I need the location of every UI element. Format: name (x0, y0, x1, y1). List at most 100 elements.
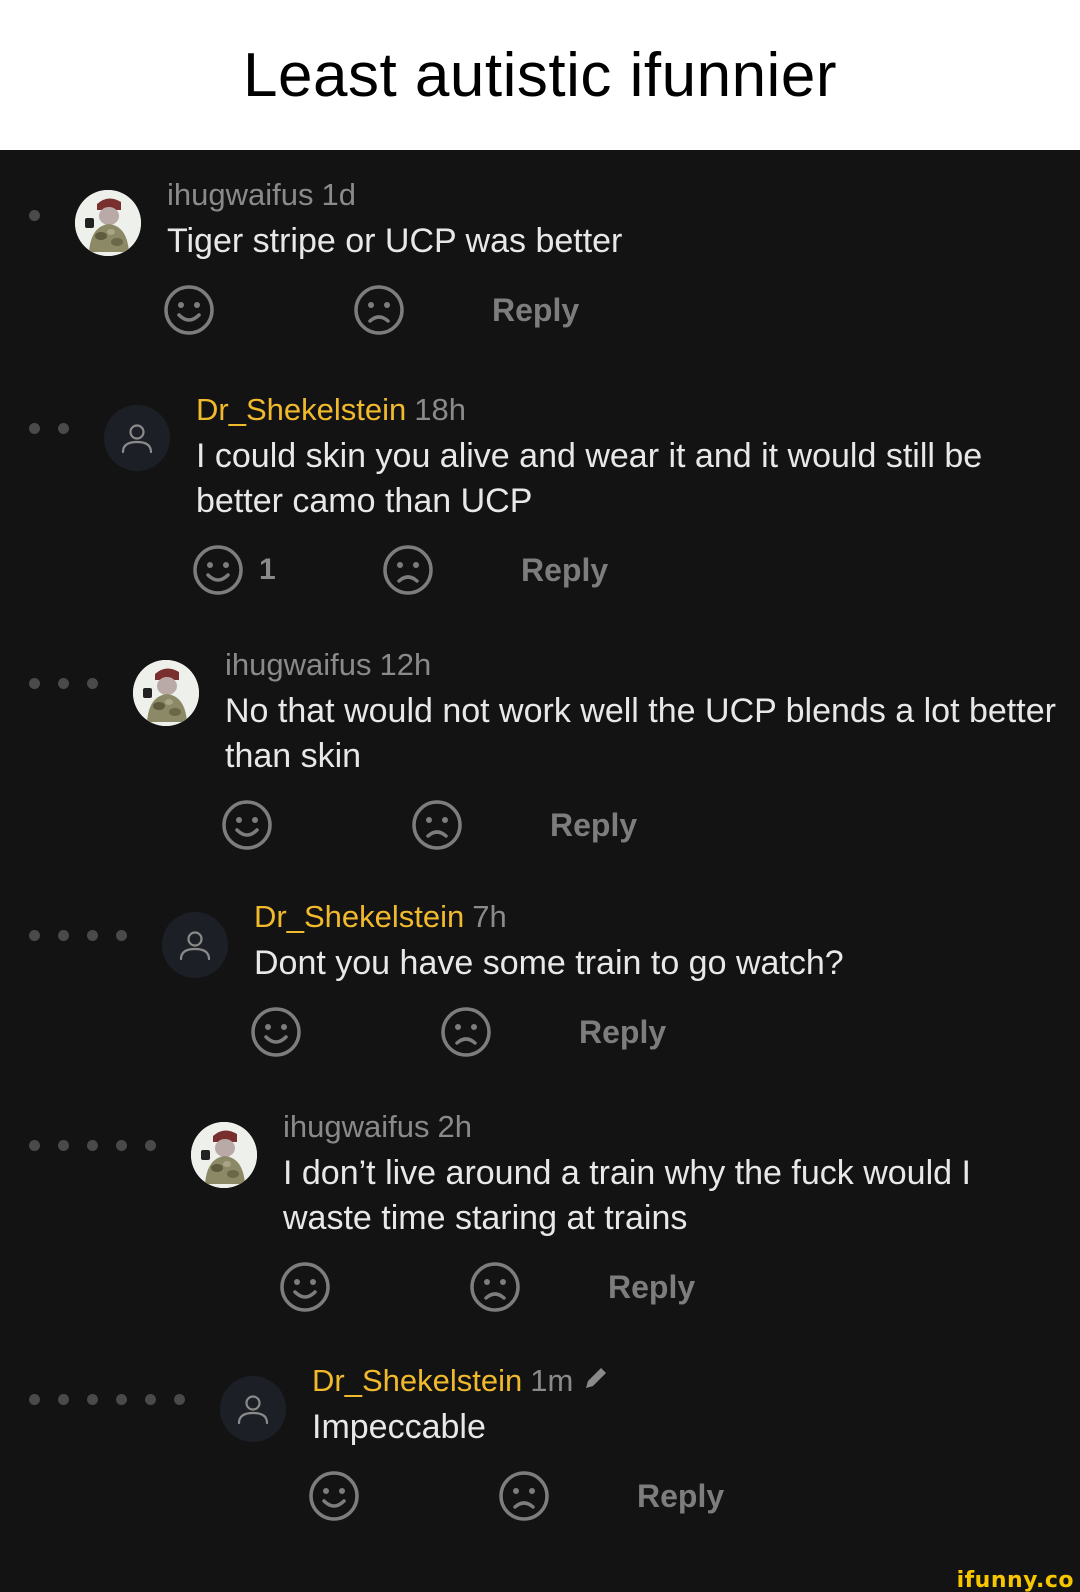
comment-text: Dont you have some train to go watch? (254, 944, 844, 982)
comment-username[interactable]: ihugwaifus (225, 647, 371, 682)
comment: Dr_Shekelstein 7h Dont you have some train… (0, 899, 1080, 1132)
comment-timestamp: 12h (379, 647, 432, 682)
thread-depth-indicator (29, 1394, 185, 1405)
comment-meta: ihugwaifus 1d (167, 175, 1060, 215)
unsmile-button[interactable] (497, 1468, 551, 1524)
user-avatar[interactable] (75, 190, 141, 256)
comment-actions: Reply (222, 797, 1060, 853)
depth-dot (87, 1394, 98, 1405)
depth-dot (58, 1394, 69, 1405)
caption-text: Least autistic ifunnier (243, 40, 837, 110)
frown-icon (410, 798, 464, 852)
frown-icon (439, 1005, 493, 1059)
comment-text: No that would not work well the UCP blen… (225, 692, 1056, 775)
comment-body: Dr_Shekelstein 18h I could skin you alive … (193, 390, 1060, 598)
default-avatar-icon[interactable] (220, 1376, 286, 1442)
comment-username[interactable]: ihugwaifus (167, 177, 313, 212)
smile-icon (307, 1469, 361, 1523)
reply-button[interactable]: Reply (608, 1259, 695, 1315)
reply-label: Reply (492, 291, 580, 328)
depth-dot (174, 1394, 185, 1405)
comment-body: ihugwaifus 2h I don’t live around a train … (280, 1107, 1060, 1315)
reply-button[interactable]: Reply (550, 797, 637, 853)
thread-depth-indicator (29, 210, 40, 221)
reply-label: Reply (608, 1268, 696, 1305)
reply-label: Reply (521, 551, 609, 588)
comment: Dr_Shekelstein 18h I could skin you alive … (0, 392, 1080, 625)
comment-username[interactable]: ihugwaifus (283, 1109, 429, 1144)
comment-text: Tiger stripe or UCP was better (167, 222, 623, 260)
comment: ihugwaifus 12h No that would not work well… (0, 647, 1080, 880)
depth-dot (29, 423, 40, 434)
smile-icon (162, 283, 216, 337)
comment: ihugwaifus 2h I don’t live around a train … (0, 1109, 1080, 1342)
depth-dot (116, 1394, 127, 1405)
depth-dot (87, 1140, 98, 1151)
depth-dot (29, 1140, 40, 1151)
comment-actions: 1 Reply (193, 542, 1060, 598)
comment-text: I don’t live around a train why the fuck… (283, 1154, 971, 1237)
smile-icon (220, 798, 274, 852)
meme-caption: Least autistic ifunnier (0, 0, 1080, 150)
ifunny-watermark: ifunny.co (956, 1568, 1074, 1592)
smile-button[interactable] (278, 1259, 332, 1315)
comment-timestamp: 7h (472, 899, 507, 934)
reply-button[interactable]: Reply (637, 1468, 724, 1524)
smile-button[interactable] (220, 797, 274, 853)
unsmile-button[interactable] (468, 1259, 522, 1315)
unsmile-button[interactable] (410, 797, 464, 853)
comment: ihugwaifus 1d Tiger stripe or UCP was bett… (0, 177, 1080, 410)
comment-username[interactable]: Dr_Shekelstein (254, 899, 464, 934)
reply-button[interactable]: Reply (579, 1004, 666, 1060)
comment-username[interactable]: Dr_Shekelstein (312, 1363, 522, 1398)
user-avatar[interactable] (133, 660, 199, 726)
comment-username[interactable]: Dr_Shekelstein (196, 392, 406, 427)
comment-meta: Dr_Shekelstein 18h (196, 390, 1060, 430)
comment-timestamp: 1d (321, 177, 356, 212)
depth-dot (29, 930, 40, 941)
smile-icon (191, 543, 245, 597)
thread-depth-indicator (29, 678, 98, 689)
comment-meta: Dr_Shekelstein 1m (312, 1361, 1060, 1401)
reply-button[interactable]: Reply (521, 542, 608, 598)
depth-dot (29, 1394, 40, 1405)
reply-label: Reply (579, 1013, 667, 1050)
reply-label: Reply (637, 1477, 725, 1514)
smile-icon (249, 1005, 303, 1059)
comment-text: Impeccable (312, 1408, 486, 1446)
default-avatar-icon[interactable] (104, 405, 170, 471)
frown-icon (381, 543, 435, 597)
comment-timestamp: 18h (414, 392, 466, 427)
unsmile-button[interactable] (352, 282, 406, 338)
smile-button[interactable] (162, 282, 216, 338)
comment-actions: Reply (164, 282, 1060, 338)
depth-dot (116, 1140, 127, 1151)
frown-icon (468, 1260, 522, 1314)
depth-dot (87, 678, 98, 689)
comment-timestamp: 1m (530, 1363, 574, 1398)
frown-icon (352, 283, 406, 337)
thread-depth-indicator (29, 930, 127, 941)
unsmile-button[interactable] (381, 542, 435, 598)
comment: Dr_Shekelstein 1m Impeccable Reply (0, 1363, 1080, 1592)
default-avatar-icon[interactable] (162, 912, 228, 978)
unsmile-button[interactable] (439, 1004, 493, 1060)
smile-button[interactable]: 1 (191, 542, 276, 598)
comment-body: ihugwaifus 12h No that would not work well… (222, 645, 1060, 853)
comment-body: Dr_Shekelstein 1m Impeccable Reply (309, 1361, 1060, 1524)
comment-body: Dr_Shekelstein 7h Dont you have some train… (251, 897, 1060, 1060)
screenshot-root: Least autistic ifunnier ihugwaifus 1d Tige… (0, 0, 1080, 1592)
depth-dot (29, 210, 40, 221)
thread-depth-indicator (29, 423, 69, 434)
footer-bar (0, 1572, 1080, 1592)
reply-button[interactable]: Reply (492, 282, 579, 338)
comment-timestamp: 2h (437, 1109, 472, 1144)
depth-dot (58, 1140, 69, 1151)
user-avatar[interactable] (191, 1122, 257, 1188)
depth-dot (145, 1140, 156, 1151)
smile-button[interactable] (307, 1468, 361, 1524)
smile-button[interactable] (249, 1004, 303, 1060)
reply-label: Reply (550, 806, 638, 843)
depth-dot (58, 930, 69, 941)
depth-dot (58, 678, 69, 689)
